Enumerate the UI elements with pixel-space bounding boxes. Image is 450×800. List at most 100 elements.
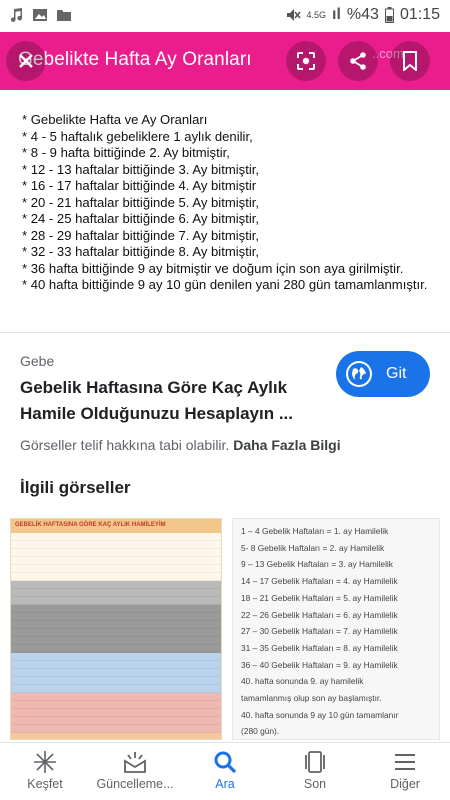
copyright-text: Görseller telif hakkına tabi olabilir. (20, 437, 230, 453)
related-images-heading: İlgili görseller (20, 478, 131, 497)
thumbnail-table-cell (82, 717, 151, 724)
image-text-line: * Gebelikte Hafta ve Ay Oranları (22, 112, 208, 127)
thumbnail-table-cell (150, 557, 219, 564)
thumbnail-table-cell (82, 581, 151, 588)
thumbnail-table-cell (82, 685, 151, 692)
nav-recent[interactable]: Son (270, 743, 360, 800)
thumbnail-table-row (11, 557, 221, 565)
signal-icon: ıl (332, 6, 341, 23)
thumbnail-table-cell (13, 693, 82, 700)
thumbnail-table-cell (13, 685, 82, 692)
thumbnail-table-cell (13, 573, 82, 580)
thumbnail-text-line: 1 – 4 Gebelik Haftaları = 1. ay Hamileli… (241, 526, 389, 536)
lens-icon (297, 52, 315, 70)
thumbnail-table-cell (150, 597, 219, 604)
thumbnail-table-row (11, 597, 221, 605)
image-title: Gebelikte Hafta Ay Oranları (18, 49, 252, 70)
image-text-line: * 24 - 25 haftalar bittiğinde 6. Ay bitm… (22, 211, 260, 226)
thumbnail-table-cell (13, 589, 82, 596)
thumbnail-table-row (11, 541, 221, 549)
updates-icon (122, 749, 148, 775)
thumbnail-table-cell (82, 709, 151, 716)
image-text-line: * 4 - 5 haftalık gebeliklere 1 aylık den… (22, 128, 253, 144)
nav-updates[interactable]: Güncelleme... (90, 743, 180, 800)
copyright-notice: Görseller telif hakkına tabi olabilir. D… (20, 437, 341, 453)
thumbnail-table-cell (13, 661, 82, 668)
thumbnail-table-cell (13, 637, 82, 644)
share-button[interactable] (338, 41, 378, 81)
thumbnail-text-line: 18 – 21 Gebelik Haftaları = 5. ay Hamile… (241, 592, 398, 603)
lens-button[interactable] (286, 41, 326, 81)
thumbnail-table-cell (150, 709, 219, 716)
thumbnail-table-cell (13, 565, 82, 572)
thumbnail-table-row (11, 653, 221, 661)
thumbnail-text-line: 36 – 40 Gebelik Haftaları = 9. ay Hamile… (241, 659, 398, 670)
thumbnail-table-cell (150, 629, 219, 636)
thumbnail-table-row (11, 669, 221, 677)
thumbnail-table-cell (150, 541, 219, 548)
thumbnail-table-cell (13, 629, 82, 636)
thumbnail-table-row (11, 637, 221, 645)
thumbnail-table-cell (150, 661, 219, 668)
thumbnail-table-cell (150, 653, 219, 660)
image-text-line: * 12 - 13 haftalar bittiğinde 3. Ay bitm… (22, 161, 260, 177)
share-icon (350, 52, 366, 70)
thumbnail-table-cell (150, 717, 219, 724)
battery-icon (384, 7, 394, 23)
thumbnail-table-cell (150, 645, 219, 652)
thumbnail-table-row (11, 677, 221, 685)
thumbnail-table-cell (82, 565, 151, 572)
thumbnail-table-row (11, 581, 221, 589)
nav-label: Güncelleme... (96, 777, 174, 791)
thumbnail-table-cell (150, 669, 219, 676)
thumbnail-table-cell (150, 613, 219, 620)
thumbnail-text-line: 9 – 13 Gebelik Haftaları = 3. ay Hamilel… (241, 559, 393, 570)
bottom-navigation: Keşfet Güncelleme... Ara Son Diğer (0, 742, 450, 800)
bookmark-button[interactable] (390, 41, 430, 81)
thumbnail-table-cell (150, 549, 219, 556)
thumbnail-table-cell (82, 613, 151, 620)
thumbnail-text-line: 40. hafta sonunda 9 ay 10 gün tamamlanır (241, 709, 399, 720)
close-button[interactable] (6, 41, 46, 81)
thumbnail-table-cell (13, 725, 82, 732)
nav-label: Diğer (390, 777, 420, 791)
thumbnail-table-cell (13, 597, 82, 604)
battery-percent: %43 (346, 6, 379, 23)
more-info-link[interactable]: Daha Fazla Bilgi (233, 437, 340, 453)
nav-label: Keşfet (27, 777, 63, 791)
thumbnail-table-cell (150, 637, 219, 644)
thumbnail-table-cell (150, 533, 219, 540)
thumbnail-table-row (11, 701, 221, 709)
image-text-line: * 40 hafta bittiğinde 9 ay 10 gün denile… (22, 277, 428, 292)
clock: 01:15 (399, 6, 440, 23)
thumbnail-table-cell (13, 653, 82, 660)
result-title[interactable]: Gebelik Haftasına Göre Kaç Aylık Hamile … (20, 375, 320, 427)
nav-search[interactable]: Ara (180, 743, 270, 800)
nav-more[interactable]: Diğer (360, 743, 450, 800)
image-text-line: * 8 - 9 hafta bittiğinde 2. Ay bitmiştir… (22, 145, 230, 160)
thumbnail-table-cell (150, 621, 219, 628)
thumbnail-table-row (11, 613, 221, 621)
source-name[interactable]: Gebe (20, 353, 54, 369)
thumbnail-table-cell (150, 605, 219, 612)
thumbnail-table-cell (82, 653, 151, 660)
thumbnail-table-row (11, 605, 221, 613)
visit-button-label: Git (386, 365, 407, 382)
nav-discover[interactable]: Keşfet (0, 743, 90, 800)
related-image-thumbnail[interactable]: GEBELİK HAFTASINA GÖRE KAÇ AYLIK HAMİLEY… (10, 518, 222, 740)
thumbnail-table-row (11, 733, 221, 739)
thumbnail-table-cell (150, 573, 219, 580)
thumbnail-table-cell (82, 597, 151, 604)
folder-icon (57, 10, 71, 21)
related-image-thumbnail[interactable]: 1 – 4 Gebelik Haftaları = 1. ay Hamileli… (232, 518, 440, 740)
thumbnail-text-line: 22 – 26 Gebelik Haftaları = 6. ay Hamile… (241, 609, 398, 620)
thumbnail-table-cell (13, 533, 82, 540)
status-bar-notifications (8, 7, 72, 23)
nav-label: Ara (215, 777, 235, 791)
thumbnail-table-cell (150, 589, 219, 596)
status-bar: 4.5G ıl %43 01:15 (0, 0, 450, 32)
recent-icon (303, 749, 327, 775)
visit-button[interactable]: Git (336, 351, 430, 397)
thumbnail-table-cell (82, 629, 151, 636)
preview-image[interactable]: * Gebelikte Hafta ve Ay Oranları * 4 - 5… (0, 90, 450, 320)
